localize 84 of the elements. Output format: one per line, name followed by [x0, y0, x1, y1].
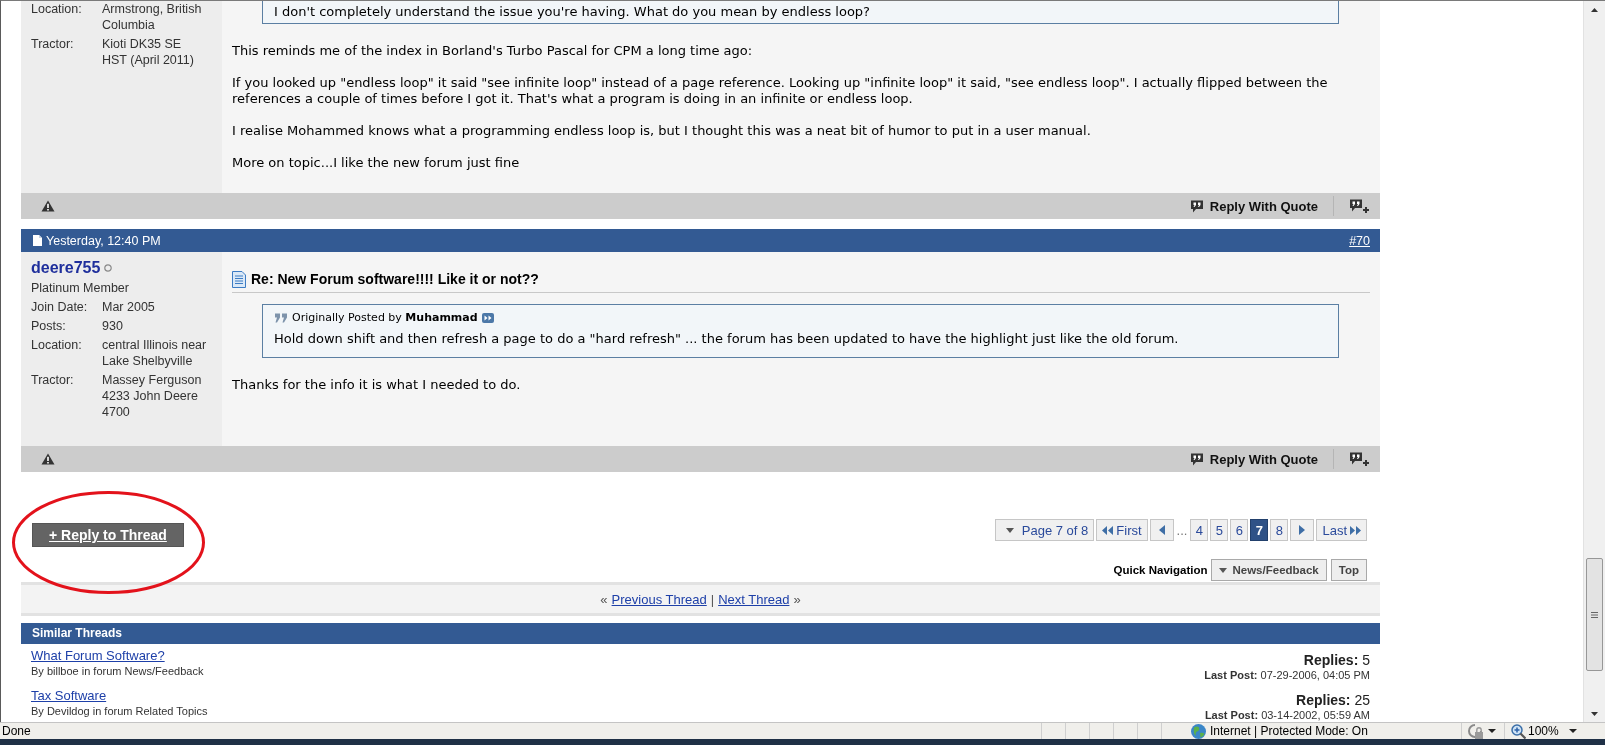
caret-down-icon[interactable] [1569, 729, 1577, 733]
bubble-plus-icon[interactable] [1349, 452, 1369, 466]
quote-attribution: Originally Posted by Muhammad [292, 310, 478, 325]
page-ellipsis: ... [1175, 522, 1189, 538]
first-page-button[interactable]: First [1096, 519, 1148, 541]
last-post-info: Last Post: 03-14-2002, 05:59 AM [1204, 708, 1370, 722]
quote-bubble-icon [1189, 452, 1204, 466]
field-label: Location: [31, 337, 83, 354]
next-page-button[interactable] [1290, 519, 1315, 541]
page-icon [33, 235, 42, 246]
field-value: Massey Ferguson 4233 John Deere 4700 [102, 372, 203, 420]
left-triangle-icon [1158, 525, 1165, 535]
globe-icon [1191, 723, 1206, 739]
link-separator: | [710, 591, 715, 607]
page-number-button[interactable]: 4 [1190, 519, 1209, 541]
forward-arrow-icon[interactable] [481, 312, 494, 323]
field-label: Tractor: [31, 372, 75, 389]
scroll-thumb[interactable] [1586, 558, 1603, 671]
quote-text: Hold down shift and then refresh a page to do a "hard refresh" ... the forum has been updated to have the highlight just like the old forum. [274, 331, 1180, 347]
last-page-button[interactable]: Last [1316, 519, 1367, 541]
document-icon [232, 271, 246, 288]
post-paragraph: This reminds me of the index in Borland's Turbo Pascal for CPM a long time ago: [232, 43, 754, 59]
post-paragraph: Thanks for the info it is what I needed to do. [232, 377, 522, 393]
post-title: Re: New Forum software!!!! Like it or not?? [251, 271, 539, 288]
thread-byline: By billboe in forum News/Feedback [31, 664, 204, 678]
thread-title-link[interactable]: What Forum Software? [31, 648, 204, 664]
username-link[interactable]: deere755 [31, 258, 101, 278]
post-number-link[interactable]: #70 [1349, 233, 1370, 248]
quote-bubble-icon [1189, 199, 1204, 213]
page-number-button[interactable]: 8 [1270, 519, 1289, 541]
field-label: Posts: [31, 318, 67, 334]
field-label: Location: [31, 1, 83, 18]
right-triangle-icon [1299, 525, 1306, 535]
warning-icon[interactable] [41, 453, 55, 465]
previous-page-button[interactable] [1149, 519, 1174, 541]
reply-with-quote-link[interactable]: Reply With Quote [1189, 451, 1318, 467]
quote-marks-icon [274, 312, 288, 323]
zoom-level: 100% [1528, 724, 1559, 738]
bubble-plus-icon[interactable] [1349, 199, 1369, 213]
reply-to-thread-button[interactable]: + Reply to Thread [32, 523, 184, 547]
caret-down-icon[interactable] [1488, 729, 1496, 733]
previous-thread-link[interactable]: Previous Thread [611, 591, 707, 607]
reply-with-quote-link[interactable]: Reply With Quote [1189, 198, 1318, 214]
quick-navigation-label: Quick Navigation [1113, 564, 1208, 576]
top-button[interactable]: Top [1330, 559, 1367, 581]
field-value: Kioti DK35 SE HST (April 2011) [102, 36, 195, 68]
down-arrow-icon[interactable] [1591, 711, 1598, 716]
user-rank: Platinum Member [31, 280, 130, 296]
caret-down-icon [1005, 527, 1014, 533]
field-value: 930 [102, 318, 124, 334]
grip-icon [1591, 611, 1598, 618]
caret-down-icon [1219, 567, 1228, 573]
thread-byline: By Devildog in forum Related Topics [31, 704, 208, 718]
up-arrow-icon[interactable] [1591, 7, 1598, 12]
post-paragraph: I realise Mohammed knows what a programming endless loop is, but I thought this was a neat bit of humor to put in a user manual. [232, 123, 1092, 139]
last-post-info: Last Post: 07-29-2006, 04:05 PM [1204, 668, 1370, 682]
field-value: Mar 2005 [102, 299, 156, 315]
post-date: Yesterday, 12:40 PM [46, 233, 161, 248]
page-number-button[interactable]: 7 [1250, 519, 1269, 541]
post-paragraph: If you looked up "endless loop" it said "see infinite loop" instead of a page reference. Looking up "infinite loop" it said, "see endless loop". I actually flipped between the references a couple of times before I got it. That's what a program is doing in an infinite or endless loop. [232, 75, 1329, 107]
post-paragraph: More on topic...I like the new forum just fine [232, 155, 521, 171]
back-guillemet: « [600, 591, 608, 607]
security-zone-text: Internet | Protected Mode: On [1210, 724, 1368, 738]
page-menu-button[interactable]: Page 7 of 8 [994, 519, 1095, 541]
lock-icon[interactable] [1467, 723, 1483, 739]
reply-count: Replies: 5 [1302, 652, 1370, 668]
scrollbar[interactable] [1583, 1, 1605, 722]
page-number-button[interactable]: 6 [1230, 519, 1249, 541]
reply-count: Replies: 25 [1295, 692, 1370, 708]
similar-threads-header: Similar Threads [21, 623, 1380, 644]
double-right-arrow-icon [1350, 525, 1361, 535]
field-label: Tractor: [31, 36, 75, 53]
page-number-button[interactable]: 5 [1210, 519, 1229, 541]
thread-title-link[interactable]: Tax Software [31, 688, 208, 704]
warning-icon[interactable] [41, 200, 55, 212]
double-left-arrow-icon [1102, 525, 1114, 535]
field-label: Join Date: [31, 299, 89, 315]
quote-text: I don't completely understand the issue you're having. What do you mean by endless loop? [274, 4, 871, 20]
next-thread-link[interactable]: Next Thread [718, 591, 790, 607]
field-value: central Illinois near Lake Shelbyville [102, 337, 208, 369]
status-text: Done [1, 724, 32, 738]
field-value: Armstrong, British Columbia [102, 1, 203, 33]
forum-menu-button[interactable]: News/Feedback [1211, 559, 1327, 581]
forward-guillemet: » [793, 591, 801, 607]
